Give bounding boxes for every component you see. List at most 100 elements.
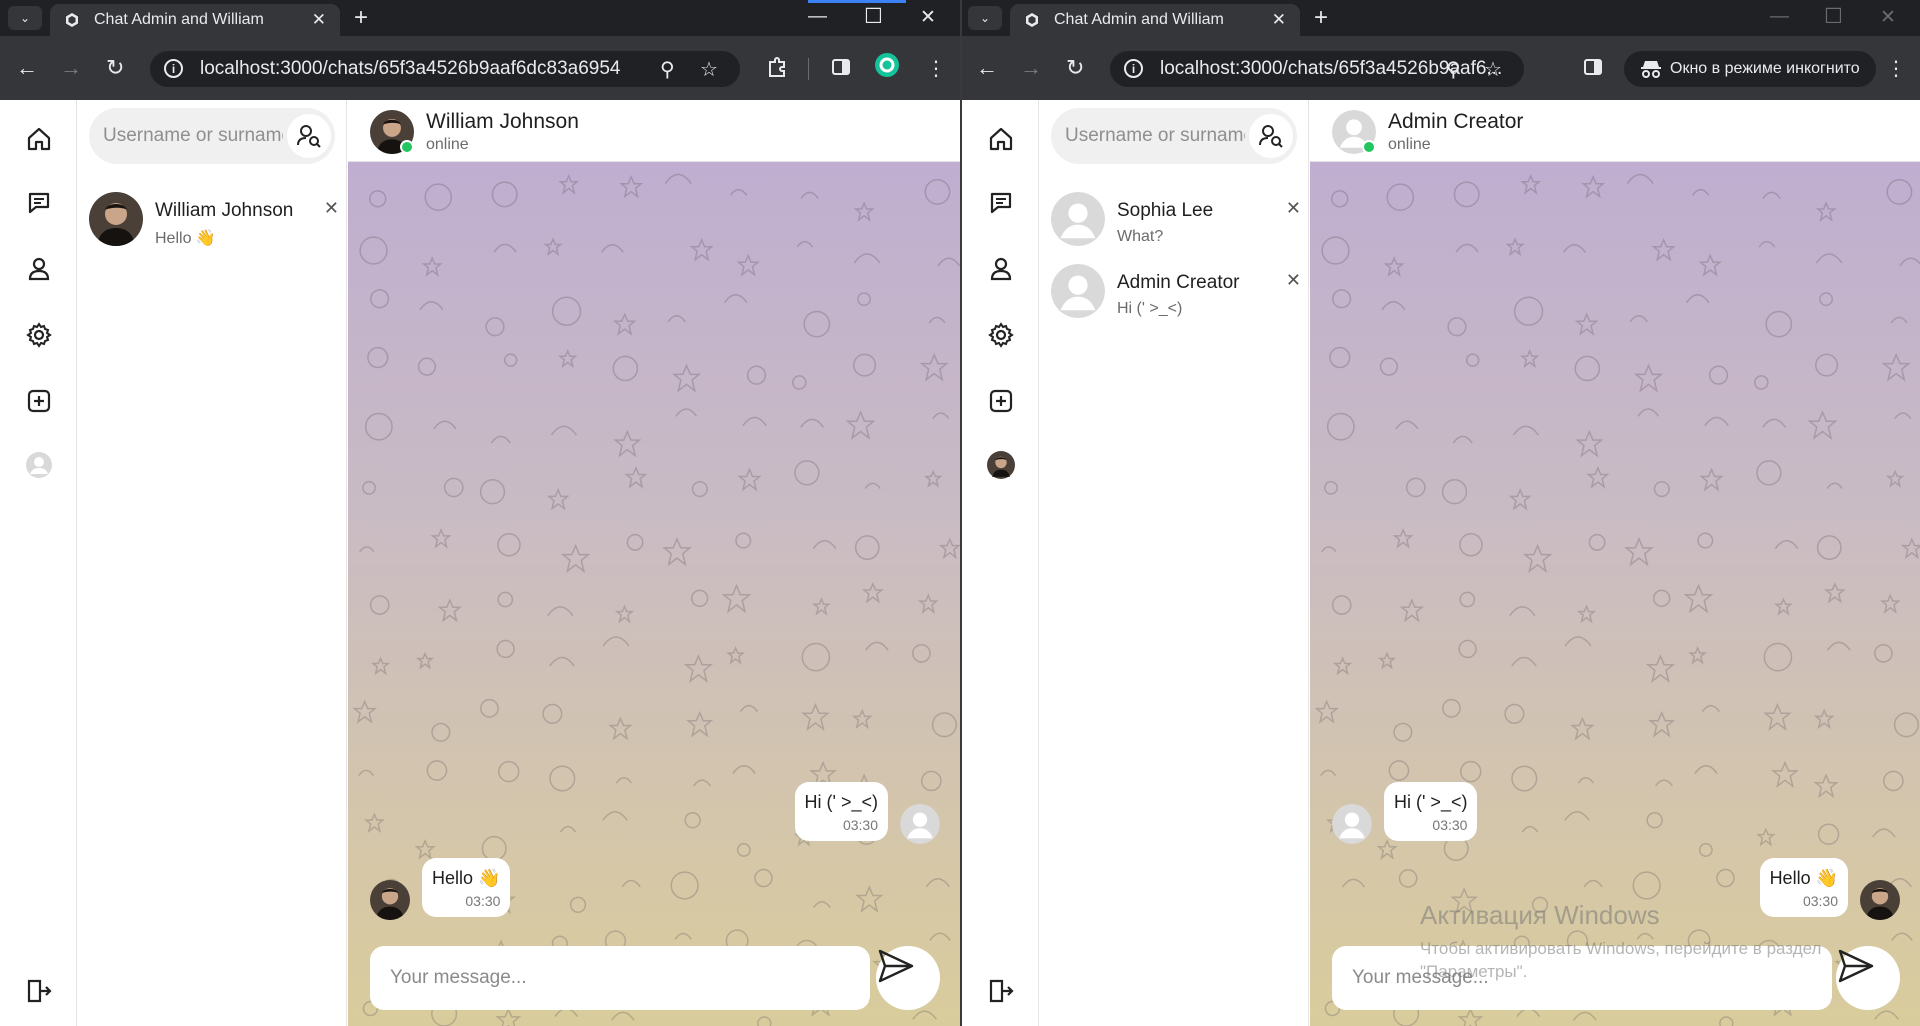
- new-tab-icon[interactable]: +: [354, 4, 368, 32]
- side-panel-icon[interactable]: [830, 56, 852, 84]
- doodle-shape: [1508, 487, 1532, 511]
- zoom-icon[interactable]: ⚲: [660, 57, 675, 82]
- maximize-icon[interactable]: ☐: [1824, 4, 1843, 29]
- browser-tab[interactable]: Chat Admin and William ✕: [50, 4, 340, 36]
- bookmark-star-icon[interactable]: ☆: [700, 57, 718, 82]
- doodle-shape: [560, 543, 591, 573]
- window-close-icon[interactable]: ✕: [1880, 6, 1896, 29]
- tab-close-icon[interactable]: ✕: [1272, 10, 1286, 30]
- doodle-shape: [1633, 363, 1664, 393]
- logout-icon[interactable]: [986, 976, 1016, 1006]
- settings-icon[interactable]: [24, 320, 54, 350]
- add-icon[interactable]: [24, 386, 54, 416]
- tab-title: Chat Admin and William: [94, 11, 264, 28]
- chat-list-item[interactable]: Sophia Lee What? ✕: [1040, 192, 1309, 258]
- remove-chat-icon[interactable]: ✕: [1286, 270, 1301, 291]
- incognito-indicator[interactable]: Окно в режиме инкогнито: [1624, 51, 1876, 87]
- menu-icon[interactable]: ⋮: [1886, 56, 1906, 81]
- doodle-shape: [675, 408, 698, 417]
- message-avatar: [900, 804, 940, 844]
- tab-strip: ⌄ Chat Admin and William ✕ + — ☐ ✕: [0, 0, 960, 36]
- search-user-icon[interactable]: [1249, 114, 1293, 158]
- site-info-icon[interactable]: i: [1124, 59, 1143, 78]
- extension-grammarly-icon[interactable]: [874, 52, 900, 84]
- send-button[interactable]: [876, 946, 940, 1010]
- send-button[interactable]: [1836, 946, 1900, 1010]
- doodle-shape: [615, 777, 632, 784]
- doodle-shape: [1899, 257, 1920, 267]
- remove-chat-icon[interactable]: ✕: [324, 198, 339, 219]
- message-time: 03:30: [842, 817, 878, 833]
- doodle-shape: [800, 418, 825, 428]
- zoom-icon[interactable]: ⚲: [1446, 57, 1461, 82]
- chat-list-item[interactable]: Admin Creator Hi (' >_<) ✕: [1040, 264, 1309, 330]
- doodle-shape: [1332, 656, 1353, 676]
- remove-chat-icon[interactable]: ✕: [1286, 198, 1301, 219]
- profile-icon[interactable]: [986, 254, 1016, 284]
- doodle-shape: [932, 412, 950, 420]
- browser-tab[interactable]: Chat Admin and William ✕: [1010, 4, 1300, 36]
- maximize-icon[interactable]: ☐: [864, 4, 883, 29]
- doodle-shape: [491, 181, 518, 208]
- address-bar[interactable]: i localhost:3000/chats/65f3a4526b9aaf6..…: [1110, 51, 1524, 87]
- watermark-line2: "Параметры".: [1420, 962, 1528, 981]
- avatar[interactable]: [24, 450, 54, 480]
- messages-icon[interactable]: [986, 188, 1016, 218]
- search-input[interactable]: [103, 125, 283, 147]
- settings-icon[interactable]: [986, 320, 1016, 350]
- doodle-shape: [1874, 644, 1893, 663]
- side-panel-icon[interactable]: [1582, 56, 1604, 84]
- doodle-shape: [1704, 416, 1729, 427]
- home-icon[interactable]: [24, 124, 54, 154]
- bookmark-star-icon[interactable]: ☆: [1484, 57, 1502, 82]
- back-icon[interactable]: ←: [976, 54, 998, 82]
- doodle-shape: [1522, 543, 1553, 573]
- doodle-shape: [1765, 310, 1793, 338]
- doodle-shape: [1386, 183, 1415, 211]
- doodle-shape: [612, 355, 639, 382]
- user-search: [89, 108, 335, 164]
- add-icon[interactable]: [986, 386, 1016, 416]
- message-input[interactable]: [390, 967, 870, 989]
- doodle-shape: [626, 533, 644, 551]
- doodle-shape: [1771, 760, 1799, 789]
- search-input[interactable]: [1065, 125, 1245, 147]
- reload-icon[interactable]: ↻: [106, 54, 124, 82]
- window-close-icon[interactable]: ✕: [920, 6, 936, 29]
- site-info-icon[interactable]: i: [164, 59, 183, 78]
- minimize-icon[interactable]: —: [1770, 6, 1789, 28]
- doodle-shape: [1581, 174, 1606, 199]
- doodle-shape: [1442, 698, 1461, 718]
- doodle-shape: [1685, 294, 1710, 304]
- doodle-shape: [735, 532, 752, 549]
- doodle-shape: [1807, 410, 1838, 440]
- forward-icon[interactable]: →: [60, 54, 82, 82]
- doodle-shape: [1457, 1007, 1484, 1026]
- doodle-shape: [493, 243, 517, 253]
- logout-icon[interactable]: [24, 976, 54, 1006]
- chat-list-item[interactable]: William Johnson Hello 👋 ✕: [78, 192, 347, 258]
- forward-icon[interactable]: →: [1020, 54, 1042, 82]
- address-bar[interactable]: i localhost:3000/chats/65f3a4526b9aaf6dc…: [150, 51, 740, 87]
- new-tab-icon[interactable]: +: [1314, 4, 1328, 32]
- tab-search-icon[interactable]: ⌄: [8, 6, 42, 30]
- doodle-shape: [363, 812, 385, 834]
- message-composer: [370, 946, 870, 1010]
- avatar[interactable]: [986, 450, 1016, 480]
- extensions-icon[interactable]: [766, 56, 788, 84]
- tab-close-icon[interactable]: ✕: [312, 10, 326, 30]
- incognito-icon: [1641, 61, 1661, 78]
- reload-icon[interactable]: ↻: [1066, 54, 1084, 82]
- search-user-icon[interactable]: [287, 114, 331, 158]
- menu-icon[interactable]: ⋮: [926, 56, 946, 81]
- messages-icon[interactable]: [24, 188, 54, 218]
- minimize-icon[interactable]: —: [808, 6, 827, 28]
- doodle-shape: [1586, 465, 1610, 489]
- home-icon[interactable]: [986, 124, 1016, 154]
- back-icon[interactable]: ←: [16, 54, 38, 82]
- profile-icon[interactable]: [24, 254, 54, 284]
- doodle-shape: [1453, 181, 1480, 208]
- doodle-shape: [1629, 315, 1648, 323]
- tab-search-icon[interactable]: ⌄: [968, 6, 1002, 30]
- doodle-shape: [497, 532, 521, 557]
